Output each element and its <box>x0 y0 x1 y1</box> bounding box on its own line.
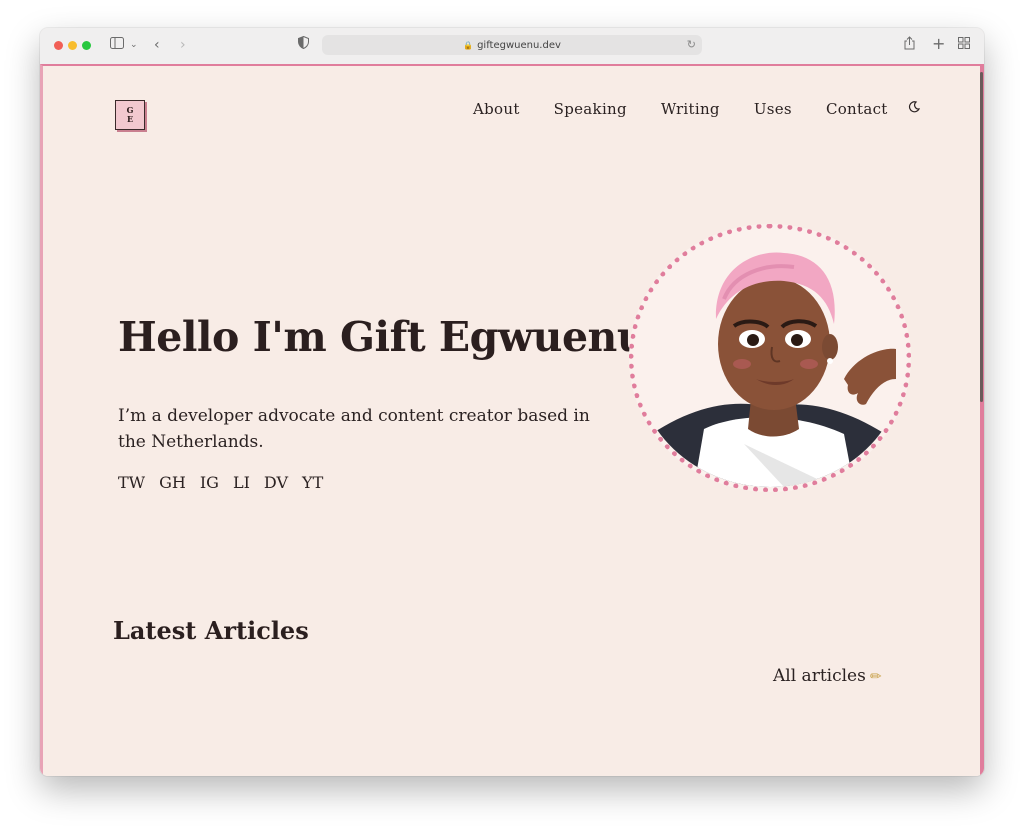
social-link-dev[interactable]: DV <box>264 473 288 492</box>
scrollbar-thumb[interactable] <box>980 72 983 402</box>
close-window-button[interactable] <box>54 41 63 50</box>
pencil-icon: ✏ <box>869 669 882 685</box>
forward-icon[interactable]: › <box>180 36 186 54</box>
nav-contact[interactable]: Contact <box>826 100 888 118</box>
social-link-twitter[interactable]: TW <box>118 473 145 492</box>
reload-icon[interactable]: ↻ <box>687 38 696 51</box>
site-logo[interactable]: G E <box>115 100 145 130</box>
social-links: TW GH IG LI DV YT <box>118 473 337 492</box>
nav-uses[interactable]: Uses <box>754 100 792 118</box>
logo-letter-e: E <box>126 114 134 124</box>
tab-overview-icon[interactable] <box>958 36 970 54</box>
latest-articles-title: Latest Articles <box>113 616 309 645</box>
nav-speaking[interactable]: Speaking <box>554 100 627 118</box>
chevron-down-icon[interactable]: ⌄ <box>130 36 138 54</box>
plus-icon[interactable]: + <box>932 35 945 53</box>
browser-toolbar: ⌄ ‹ › 🔒 giftegwuenu.dev ↻ + <box>40 28 984 65</box>
lock-icon: 🔒 <box>463 40 474 50</box>
back-icon[interactable]: ‹ <box>154 36 160 54</box>
social-link-github[interactable]: GH <box>159 473 186 492</box>
moon-icon[interactable] <box>908 101 920 117</box>
social-link-instagram[interactable]: IG <box>200 473 219 492</box>
zoom-window-button[interactable] <box>82 41 91 50</box>
all-articles-label: All articles <box>773 666 866 686</box>
url-text: giftegwuenu.dev <box>477 39 561 51</box>
browser-window: ⌄ ‹ › 🔒 giftegwuenu.dev ↻ + G E About Sp… <box>40 28 984 776</box>
shield-icon[interactable] <box>298 35 309 54</box>
nav-about[interactable]: About <box>473 100 520 118</box>
web-page: G E About Speaking Writing Uses Contact … <box>40 64 984 776</box>
hero-description: I’m a developer advocate and content cre… <box>118 406 590 452</box>
main-nav: About Speaking Writing Uses Contact <box>473 100 920 118</box>
all-articles-link[interactable]: All articles ✏ <box>773 666 882 686</box>
hero-title: Hello I'm Gift Egwuenu <box>118 313 647 361</box>
minimize-window-button[interactable] <box>68 41 77 50</box>
address-bar[interactable]: 🔒 giftegwuenu.dev ↻ <box>322 35 702 55</box>
avatar-illustration <box>629 224 911 492</box>
social-link-youtube[interactable]: YT <box>302 473 323 492</box>
social-link-linkedin[interactable]: LI <box>233 473 250 492</box>
share-icon[interactable] <box>904 36 915 55</box>
sidebar-icon[interactable] <box>110 36 124 54</box>
nav-writing[interactable]: Writing <box>661 100 720 118</box>
